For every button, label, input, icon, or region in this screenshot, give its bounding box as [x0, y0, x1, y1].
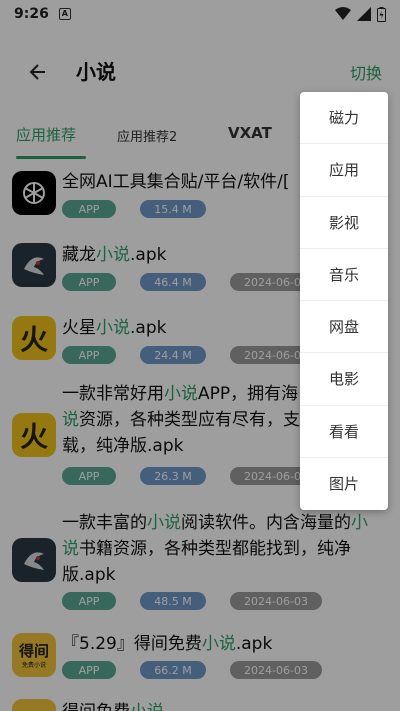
menu-item-music[interactable]: 音乐 — [300, 249, 388, 301]
menu-item-movie[interactable]: 电影 — [300, 353, 388, 406]
menu-item-app[interactable]: 应用 — [300, 144, 388, 197]
menu-item-watch[interactable]: 看看 — [300, 406, 388, 458]
category-menu: 磁力 应用 影视 音乐 网盘 电影 看看 图片 — [300, 92, 388, 510]
menu-item-video[interactable]: 影视 — [300, 197, 388, 249]
menu-item-magnet[interactable]: 磁力 — [300, 92, 388, 145]
menu-item-image[interactable]: 图片 — [300, 458, 388, 510]
menu-item-netdisk[interactable]: 网盘 — [300, 301, 388, 354]
